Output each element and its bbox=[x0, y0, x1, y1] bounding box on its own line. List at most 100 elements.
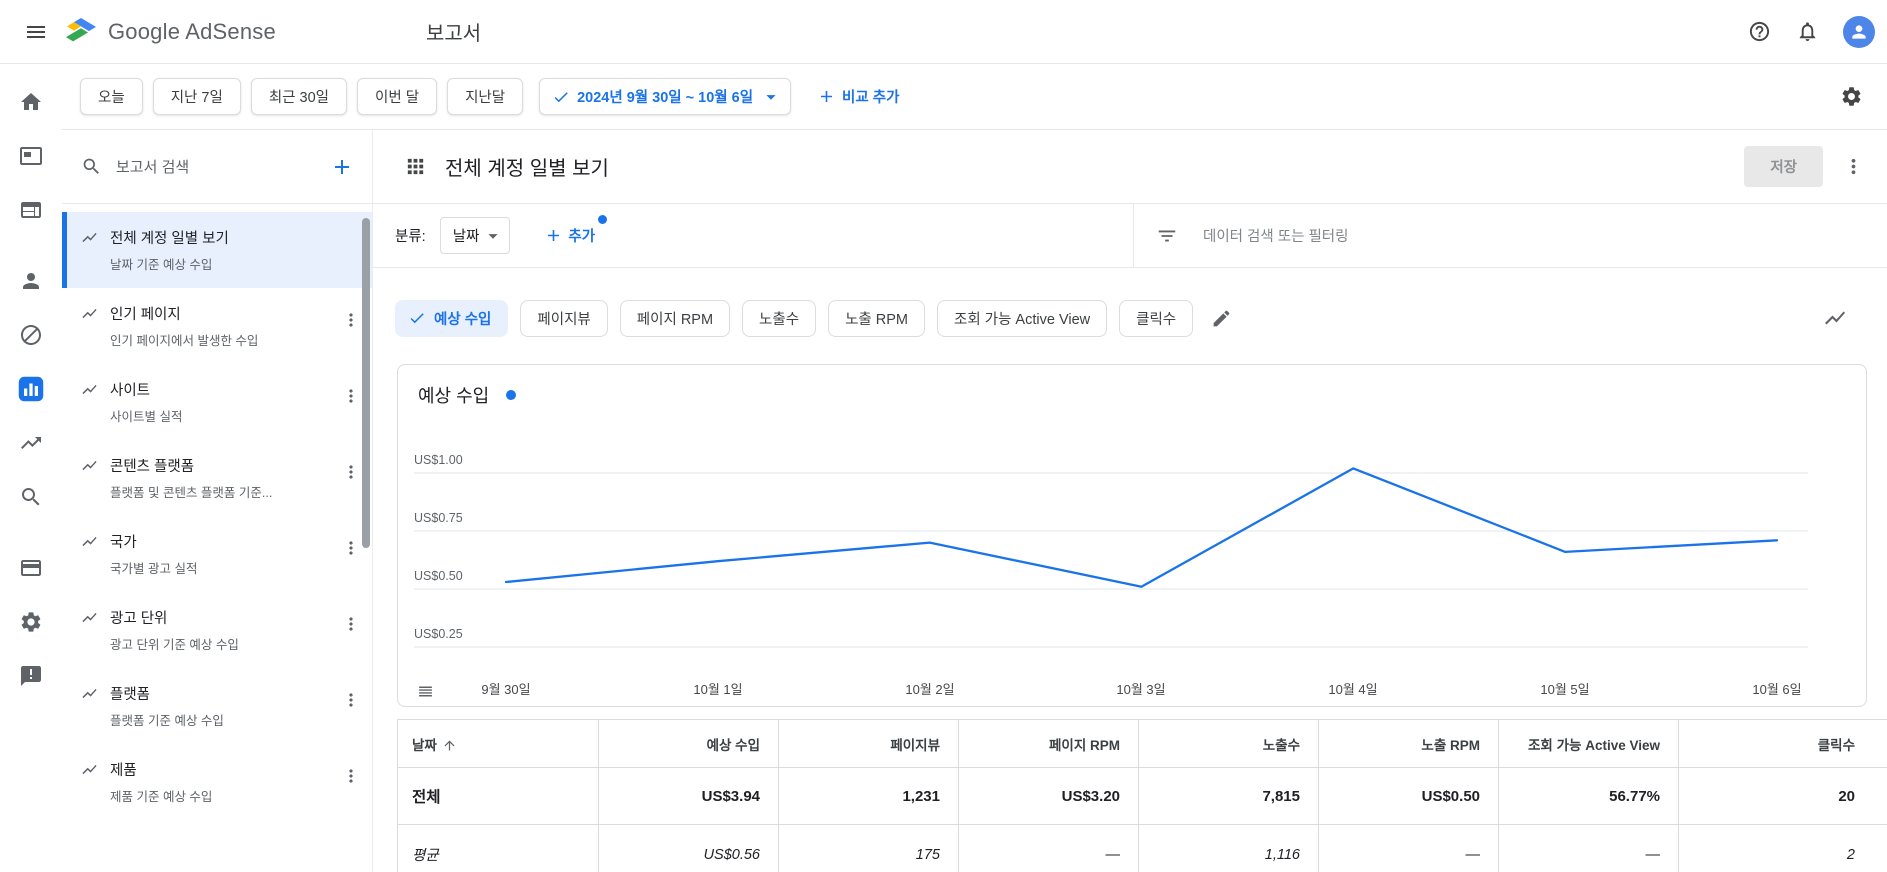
metric-chip[interactable]: 노출 RPM bbox=[828, 299, 926, 337]
date-preset-button[interactable]: 최근 30일 bbox=[250, 78, 347, 115]
report-item-title: 플랫폼 bbox=[110, 687, 151, 703]
metric-chip[interactable]: 페이지뷰 bbox=[520, 299, 608, 337]
toggle-chart-icon[interactable] bbox=[1815, 298, 1855, 338]
table-cell: US$0.50 bbox=[1318, 767, 1499, 825]
rail-item-payments[interactable] bbox=[7, 544, 55, 592]
report-list-item[interactable]: 광고 단위 광고 단위 기준 예상 수입 bbox=[62, 592, 372, 668]
adsense-logo-icon bbox=[66, 17, 96, 41]
table-toggle-icon[interactable] bbox=[412, 679, 438, 703]
reports-sidebar: 보고서 검색 전체 계정 일별 보기 날짜 기준 예상 수입 인기 페이지 인기 페이… bbox=[62, 130, 373, 872]
metric-chip[interactable]: 클릭수 bbox=[1119, 299, 1194, 337]
reorder-icon bbox=[418, 686, 432, 696]
report-list-item[interactable]: 국가 국가별 광고 실적 bbox=[62, 516, 372, 592]
metric-chip[interactable]: 조회 가능 Active View bbox=[937, 299, 1108, 337]
column-header[interactable]: 노출 RPM bbox=[1318, 719, 1499, 768]
breakdown-dimension-chip[interactable]: 날짜 bbox=[439, 217, 511, 254]
add-comparison-button[interactable]: 비교 추가 bbox=[807, 78, 909, 115]
report-item-subtitle: 국가별 광고 실적 bbox=[110, 562, 198, 576]
page-title: 보고서 bbox=[425, 23, 482, 45]
report-icon bbox=[82, 232, 97, 243]
column-header[interactable]: 페이지뷰 bbox=[778, 719, 959, 768]
date-preset-button[interactable]: 지난 7일 bbox=[152, 78, 241, 115]
report-list-item[interactable]: 플랫폼 플랫폼 기준 예상 수입 bbox=[62, 668, 372, 744]
rail-item-optimization[interactable] bbox=[7, 419, 55, 467]
reports-icon bbox=[18, 376, 44, 402]
table-row-total: 전체 US$3.94 1,231 US$3.20 7,815 US$0.50 56.77% 2… bbox=[397, 767, 1887, 825]
rail-item-account[interactable] bbox=[7, 257, 55, 305]
avatar[interactable] bbox=[1843, 15, 1875, 48]
add-report-icon[interactable] bbox=[324, 149, 360, 185]
table-cell: 1,116 bbox=[1138, 824, 1319, 872]
column-header[interactable]: 클릭수 bbox=[1678, 719, 1887, 768]
column-header-date[interactable]: 날짜 bbox=[397, 719, 599, 768]
sidebar-scrollbar[interactable] bbox=[362, 218, 370, 548]
rail-item-feedback[interactable] bbox=[7, 652, 55, 700]
edit-metrics-icon[interactable] bbox=[1201, 298, 1241, 338]
rail-item-sites[interactable] bbox=[7, 186, 55, 234]
rail-item-settings[interactable] bbox=[7, 598, 55, 646]
column-header[interactable]: 조회 가능 Active View bbox=[1498, 719, 1679, 768]
report-list-item[interactable]: 사이트 사이트별 실적 bbox=[62, 364, 372, 440]
table-cell: — bbox=[1318, 824, 1499, 872]
report-icon bbox=[81, 457, 98, 474]
plus-icon bbox=[335, 159, 349, 174]
chart-card: 예상 수입 US$1.00 US$0.75 US$0.50 US$0.25 9월 30… bbox=[397, 364, 1867, 707]
add-breakdown-button[interactable]: 추가 bbox=[536, 215, 608, 252]
rail-item-ads[interactable] bbox=[7, 132, 55, 180]
metric-chip[interactable]: 예상 수입 bbox=[395, 299, 509, 337]
help-icon[interactable] bbox=[1739, 12, 1779, 52]
column-header[interactable]: 예상 수입 bbox=[598, 719, 779, 768]
report-search-input[interactable]: 보고서 검색 bbox=[62, 130, 372, 204]
metric-chip-label: 클릭수 bbox=[1136, 311, 1177, 328]
metric-chip[interactable]: 노출수 bbox=[742, 299, 817, 337]
top-app-bar: Google AdSense 보고서 bbox=[0, 0, 1887, 64]
person-icon bbox=[1852, 24, 1866, 39]
report-list-item[interactable]: 전체 계정 일별 보기 날짜 기준 예상 수입 bbox=[62, 212, 372, 288]
date-preset-button[interactable]: 이번 달 bbox=[357, 78, 438, 115]
apps-icon bbox=[407, 158, 423, 175]
metric-chips-row: 예상 수입 페이지뷰 페이지 RPM 노출수 노출 RPM 조회 가능 Active Vi… bbox=[373, 268, 1887, 364]
plus-icon bbox=[544, 226, 563, 245]
report-list-item[interactable]: 제품 제품 기준 예상 수입 bbox=[62, 744, 372, 820]
report-item-subtitle: 인기 페이지에서 발생한 수입 bbox=[110, 334, 259, 348]
report-item-menu-button[interactable] bbox=[336, 609, 366, 639]
adsense-logo[interactable]: Google AdSense bbox=[64, 17, 276, 47]
report-list-item[interactable]: 콘텐츠 플랫폼 플랫폼 및 콘텐츠 플랫폼 기준... bbox=[62, 440, 372, 516]
menu-icon[interactable] bbox=[16, 12, 56, 52]
more-options-icon[interactable] bbox=[1833, 147, 1873, 187]
report-grid-icon[interactable] bbox=[395, 147, 435, 187]
report-icon bbox=[81, 533, 98, 550]
date-preset-button[interactable]: 지난달 bbox=[447, 78, 524, 115]
policy-center-icon bbox=[22, 488, 40, 506]
svg-text:US$0.25: US$0.25 bbox=[414, 627, 463, 641]
data-filter-input[interactable]: 데이터 검색 또는 필터링 bbox=[1133, 204, 1887, 267]
rail-item-policy-center[interactable] bbox=[7, 473, 55, 521]
report-icon bbox=[81, 685, 98, 702]
blocking-controls-icon bbox=[21, 325, 41, 345]
report-item-title: 사이트 bbox=[110, 383, 151, 399]
metric-chip[interactable]: 페이지 RPM bbox=[619, 299, 731, 337]
table-cell: US$3.94 bbox=[598, 767, 779, 825]
report-item-menu-button[interactable] bbox=[336, 685, 366, 715]
date-range-chip[interactable]: 2024년 9월 30일 ~ 10월 6일 bbox=[539, 78, 792, 115]
more-vertical-icon bbox=[349, 541, 353, 555]
row-label: 전체 bbox=[397, 767, 599, 825]
chart-title: 예상 수입 bbox=[418, 386, 490, 406]
notification-dot bbox=[598, 215, 608, 224]
rail-item-home[interactable] bbox=[7, 78, 55, 126]
column-header[interactable]: 페이지 RPM bbox=[958, 719, 1139, 768]
column-header[interactable]: 노출수 bbox=[1138, 719, 1319, 768]
rail-item-reports[interactable] bbox=[7, 365, 55, 413]
line-chart: US$1.00 US$0.75 US$0.50 US$0.25 bbox=[414, 453, 1808, 648]
menu-icon bbox=[27, 25, 45, 38]
save-button[interactable]: 저장 bbox=[1744, 146, 1823, 187]
more-vertical-icon bbox=[349, 693, 353, 707]
notifications-icon[interactable] bbox=[1787, 12, 1827, 52]
settings-icon[interactable] bbox=[1831, 77, 1871, 117]
report-icon bbox=[82, 384, 97, 395]
report-item-title: 전체 계정 일별 보기 bbox=[110, 231, 229, 247]
date-preset-button[interactable]: 오늘 bbox=[80, 78, 143, 115]
report-item-menu-button[interactable] bbox=[336, 761, 366, 791]
rail-item-blocking-controls[interactable] bbox=[7, 311, 55, 359]
report-list-item[interactable]: 인기 페이지 인기 페이지에서 발생한 수입 bbox=[62, 288, 372, 364]
